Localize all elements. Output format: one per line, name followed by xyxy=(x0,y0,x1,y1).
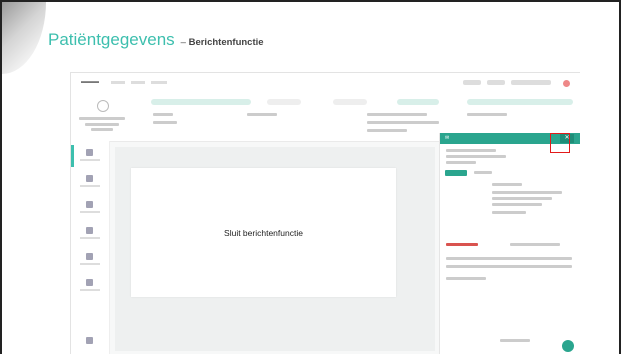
avatar-icon xyxy=(97,100,109,112)
top-right-control[interactable] xyxy=(487,80,505,85)
sidebar-label xyxy=(80,237,100,239)
editor-toolbar[interactable] xyxy=(446,265,572,268)
top-right-control[interactable] xyxy=(511,80,551,85)
editor-toolbar[interactable] xyxy=(510,243,560,246)
close-button-highlight xyxy=(550,133,570,153)
header-field xyxy=(467,113,507,116)
sidebar-icon[interactable] xyxy=(86,175,93,182)
sidebar-label xyxy=(80,263,100,265)
editor-toolbar[interactable] xyxy=(446,257,572,260)
header-field xyxy=(247,113,277,116)
header-tab[interactable] xyxy=(333,99,367,105)
slide-title: Patiëntgegevens – Berichtenfunctie xyxy=(48,30,264,54)
sidebar-icon[interactable] xyxy=(86,149,93,156)
app-top-navigation: ▬▬▬ xyxy=(71,73,580,96)
app-logo: ▬▬▬ xyxy=(81,79,99,85)
patient-info-line xyxy=(85,123,119,126)
editor-logo xyxy=(446,243,478,246)
slide-title-sub: – Berichtenfunctie xyxy=(181,37,264,48)
callout-box: Sluit berichtenfunctie xyxy=(131,168,396,297)
message-line xyxy=(474,171,492,174)
header-tab[interactable] xyxy=(151,99,251,105)
header-field xyxy=(153,121,177,124)
messaging-panel: ✉ ✕ xyxy=(439,133,580,354)
sidebar-icon[interactable] xyxy=(86,253,93,260)
message-line xyxy=(492,197,552,200)
title-separator: – xyxy=(180,37,186,48)
patient-info-line xyxy=(91,128,113,131)
sidebar-icon[interactable] xyxy=(86,201,93,208)
header-tab[interactable] xyxy=(267,99,301,105)
message-line xyxy=(492,183,522,186)
header-tab[interactable] xyxy=(467,99,573,105)
header-field xyxy=(367,121,439,124)
message-line xyxy=(492,211,526,214)
header-field xyxy=(153,113,173,116)
slide-title-main: Patiëntgegevens xyxy=(48,30,175,49)
message-line xyxy=(446,155,506,158)
sidebar-label xyxy=(80,211,100,213)
sidebar-icon[interactable] xyxy=(86,337,93,344)
patient-name-line xyxy=(79,117,125,120)
message-icon: ✉ xyxy=(445,135,450,141)
nav-item[interactable] xyxy=(151,81,167,84)
send-message-button[interactable] xyxy=(562,340,574,352)
top-right-control[interactable] xyxy=(463,80,481,85)
header-field xyxy=(367,113,427,116)
nav-item[interactable] xyxy=(111,81,125,84)
message-line xyxy=(492,203,542,206)
page-curl-decoration xyxy=(2,2,46,74)
sidebar-icon[interactable] xyxy=(86,279,93,286)
message-line xyxy=(446,161,476,164)
slide: Patiëntgegevens – Berichtenfunctie ▬▬▬ ✉… xyxy=(0,0,621,354)
user-avatar-icon[interactable] xyxy=(563,80,570,87)
callout-text: Sluit berichtenfunctie xyxy=(224,227,303,238)
slide-subtitle: Berichtenfunctie xyxy=(188,37,264,48)
app-sidebar xyxy=(71,141,110,354)
sidebar-label xyxy=(80,159,100,161)
message-line xyxy=(500,339,530,342)
sidebar-label xyxy=(80,185,100,187)
message-line xyxy=(492,191,562,194)
message-line xyxy=(446,277,486,280)
sidebar-icon[interactable] xyxy=(86,227,93,234)
header-tab[interactable] xyxy=(397,99,439,105)
message-line xyxy=(446,149,496,152)
header-field xyxy=(367,129,407,132)
sidebar-label xyxy=(80,289,100,291)
nav-item[interactable] xyxy=(131,81,145,84)
sidebar-active-indicator xyxy=(71,145,74,167)
message-action-button[interactable] xyxy=(445,170,467,176)
